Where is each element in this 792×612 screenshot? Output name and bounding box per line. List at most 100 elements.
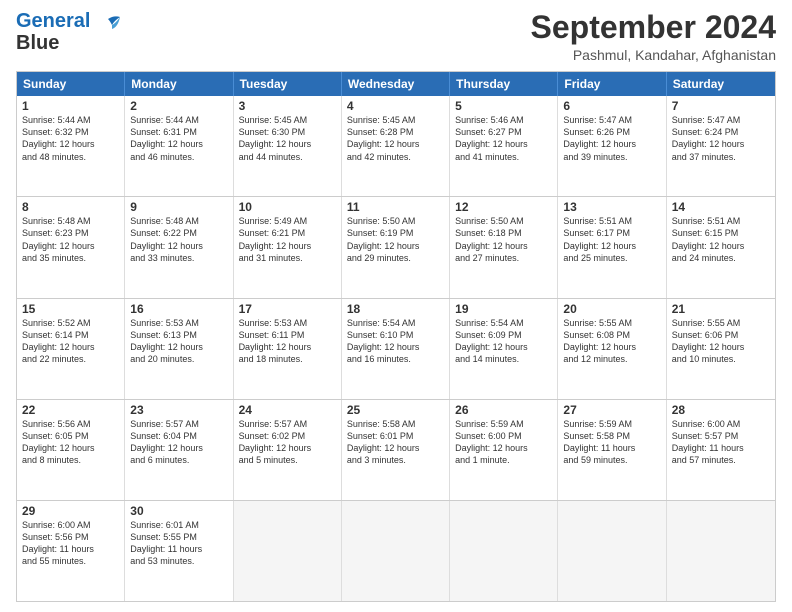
day-info: Sunrise: 6:00 AM Sunset: 5:56 PM Dayligh…	[22, 519, 119, 568]
title-block: September 2024 Pashmul, Kandahar, Afghan…	[531, 10, 776, 63]
day-number: 29	[22, 504, 119, 518]
calendar-week-row: 22Sunrise: 5:56 AM Sunset: 6:05 PM Dayli…	[17, 399, 775, 500]
calendar-day-cell: 4Sunrise: 5:45 AM Sunset: 6:28 PM Daylig…	[342, 96, 450, 196]
calendar-day-cell: 3Sunrise: 5:45 AM Sunset: 6:30 PM Daylig…	[234, 96, 342, 196]
calendar-day-cell: 1Sunrise: 5:44 AM Sunset: 6:32 PM Daylig…	[17, 96, 125, 196]
calendar-day-cell: 27Sunrise: 5:59 AM Sunset: 5:58 PM Dayli…	[558, 400, 666, 500]
calendar-day-cell: 26Sunrise: 5:59 AM Sunset: 6:00 PM Dayli…	[450, 400, 558, 500]
calendar-day-cell: 20Sunrise: 5:55 AM Sunset: 6:08 PM Dayli…	[558, 299, 666, 399]
day-number: 3	[239, 99, 336, 113]
calendar: SundayMondayTuesdayWednesdayThursdayFrid…	[16, 71, 776, 602]
day-number: 6	[563, 99, 660, 113]
calendar-day-cell: 11Sunrise: 5:50 AM Sunset: 6:19 PM Dayli…	[342, 197, 450, 297]
day-info: Sunrise: 5:46 AM Sunset: 6:27 PM Dayligh…	[455, 114, 552, 163]
calendar-day-cell: 19Sunrise: 5:54 AM Sunset: 6:09 PM Dayli…	[450, 299, 558, 399]
logo: General Blue	[16, 10, 122, 54]
calendar-header-cell: Thursday	[450, 72, 558, 96]
day-info: Sunrise: 5:57 AM Sunset: 6:04 PM Dayligh…	[130, 418, 227, 467]
day-info: Sunrise: 5:59 AM Sunset: 6:00 PM Dayligh…	[455, 418, 552, 467]
calendar-day-cell: 7Sunrise: 5:47 AM Sunset: 6:24 PM Daylig…	[667, 96, 775, 196]
day-info: Sunrise: 5:50 AM Sunset: 6:19 PM Dayligh…	[347, 215, 444, 264]
calendar-header-cell: Friday	[558, 72, 666, 96]
calendar-day-cell: 18Sunrise: 5:54 AM Sunset: 6:10 PM Dayli…	[342, 299, 450, 399]
day-info: Sunrise: 5:51 AM Sunset: 6:17 PM Dayligh…	[563, 215, 660, 264]
day-number: 14	[672, 200, 770, 214]
calendar-day-cell: 28Sunrise: 6:00 AM Sunset: 5:57 PM Dayli…	[667, 400, 775, 500]
day-number: 20	[563, 302, 660, 316]
day-info: Sunrise: 5:48 AM Sunset: 6:22 PM Dayligh…	[130, 215, 227, 264]
day-info: Sunrise: 5:53 AM Sunset: 6:13 PM Dayligh…	[130, 317, 227, 366]
calendar-day-cell: 23Sunrise: 5:57 AM Sunset: 6:04 PM Dayli…	[125, 400, 233, 500]
calendar-week-row: 1Sunrise: 5:44 AM Sunset: 6:32 PM Daylig…	[17, 96, 775, 196]
calendar-header-cell: Saturday	[667, 72, 775, 96]
day-info: Sunrise: 5:45 AM Sunset: 6:30 PM Dayligh…	[239, 114, 336, 163]
day-info: Sunrise: 5:50 AM Sunset: 6:18 PM Dayligh…	[455, 215, 552, 264]
calendar-body: 1Sunrise: 5:44 AM Sunset: 6:32 PM Daylig…	[17, 96, 775, 601]
calendar-day-cell	[558, 501, 666, 601]
day-info: Sunrise: 6:00 AM Sunset: 5:57 PM Dayligh…	[672, 418, 770, 467]
day-info: Sunrise: 5:45 AM Sunset: 6:28 PM Dayligh…	[347, 114, 444, 163]
calendar-day-cell	[234, 501, 342, 601]
day-info: Sunrise: 5:51 AM Sunset: 6:15 PM Dayligh…	[672, 215, 770, 264]
day-number: 15	[22, 302, 119, 316]
day-number: 13	[563, 200, 660, 214]
calendar-day-cell: 15Sunrise: 5:52 AM Sunset: 6:14 PM Dayli…	[17, 299, 125, 399]
calendar-day-cell	[342, 501, 450, 601]
day-info: Sunrise: 5:56 AM Sunset: 6:05 PM Dayligh…	[22, 418, 119, 467]
day-number: 23	[130, 403, 227, 417]
day-number: 27	[563, 403, 660, 417]
day-number: 12	[455, 200, 552, 214]
day-number: 9	[130, 200, 227, 214]
day-info: Sunrise: 6:01 AM Sunset: 5:55 PM Dayligh…	[130, 519, 227, 568]
day-number: 21	[672, 302, 770, 316]
day-info: Sunrise: 5:49 AM Sunset: 6:21 PM Dayligh…	[239, 215, 336, 264]
month-title: September 2024	[531, 10, 776, 45]
calendar-day-cell: 2Sunrise: 5:44 AM Sunset: 6:31 PM Daylig…	[125, 96, 233, 196]
calendar-week-row: 8Sunrise: 5:48 AM Sunset: 6:23 PM Daylig…	[17, 196, 775, 297]
calendar-header-cell: Sunday	[17, 72, 125, 96]
page: General Blue September 2024 Pashmul, Kan…	[0, 0, 792, 612]
day-info: Sunrise: 5:55 AM Sunset: 6:08 PM Dayligh…	[563, 317, 660, 366]
calendar-week-row: 15Sunrise: 5:52 AM Sunset: 6:14 PM Dayli…	[17, 298, 775, 399]
day-number: 10	[239, 200, 336, 214]
day-number: 4	[347, 99, 444, 113]
day-number: 24	[239, 403, 336, 417]
calendar-header-cell: Tuesday	[234, 72, 342, 96]
day-number: 11	[347, 200, 444, 214]
calendar-day-cell: 16Sunrise: 5:53 AM Sunset: 6:13 PM Dayli…	[125, 299, 233, 399]
day-info: Sunrise: 5:54 AM Sunset: 6:10 PM Dayligh…	[347, 317, 444, 366]
logo-blue: Blue	[16, 32, 59, 54]
day-number: 30	[130, 504, 227, 518]
day-info: Sunrise: 5:58 AM Sunset: 6:01 PM Dayligh…	[347, 418, 444, 467]
location-subtitle: Pashmul, Kandahar, Afghanistan	[531, 47, 776, 63]
day-number: 25	[347, 403, 444, 417]
day-number: 1	[22, 99, 119, 113]
day-info: Sunrise: 5:55 AM Sunset: 6:06 PM Dayligh…	[672, 317, 770, 366]
calendar-day-cell: 29Sunrise: 6:00 AM Sunset: 5:56 PM Dayli…	[17, 501, 125, 601]
day-info: Sunrise: 5:48 AM Sunset: 6:23 PM Dayligh…	[22, 215, 119, 264]
calendar-day-cell: 25Sunrise: 5:58 AM Sunset: 6:01 PM Dayli…	[342, 400, 450, 500]
day-info: Sunrise: 5:47 AM Sunset: 6:24 PM Dayligh…	[672, 114, 770, 163]
logo-general: General	[16, 10, 90, 32]
day-info: Sunrise: 5:59 AM Sunset: 5:58 PM Dayligh…	[563, 418, 660, 467]
calendar-week-row: 29Sunrise: 6:00 AM Sunset: 5:56 PM Dayli…	[17, 500, 775, 601]
day-number: 17	[239, 302, 336, 316]
day-number: 5	[455, 99, 552, 113]
day-number: 28	[672, 403, 770, 417]
calendar-day-cell: 24Sunrise: 5:57 AM Sunset: 6:02 PM Dayli…	[234, 400, 342, 500]
calendar-day-cell: 21Sunrise: 5:55 AM Sunset: 6:06 PM Dayli…	[667, 299, 775, 399]
day-number: 7	[672, 99, 770, 113]
calendar-header-cell: Wednesday	[342, 72, 450, 96]
day-info: Sunrise: 5:54 AM Sunset: 6:09 PM Dayligh…	[455, 317, 552, 366]
header: General Blue September 2024 Pashmul, Kan…	[16, 10, 776, 63]
calendar-header-row: SundayMondayTuesdayWednesdayThursdayFrid…	[17, 72, 775, 96]
day-number: 2	[130, 99, 227, 113]
day-number: 18	[347, 302, 444, 316]
calendar-day-cell: 17Sunrise: 5:53 AM Sunset: 6:11 PM Dayli…	[234, 299, 342, 399]
calendar-day-cell: 9Sunrise: 5:48 AM Sunset: 6:22 PM Daylig…	[125, 197, 233, 297]
day-number: 8	[22, 200, 119, 214]
logo-bird-icon	[92, 13, 122, 41]
calendar-day-cell: 30Sunrise: 6:01 AM Sunset: 5:55 PM Dayli…	[125, 501, 233, 601]
day-number: 26	[455, 403, 552, 417]
day-info: Sunrise: 5:44 AM Sunset: 6:32 PM Dayligh…	[22, 114, 119, 163]
